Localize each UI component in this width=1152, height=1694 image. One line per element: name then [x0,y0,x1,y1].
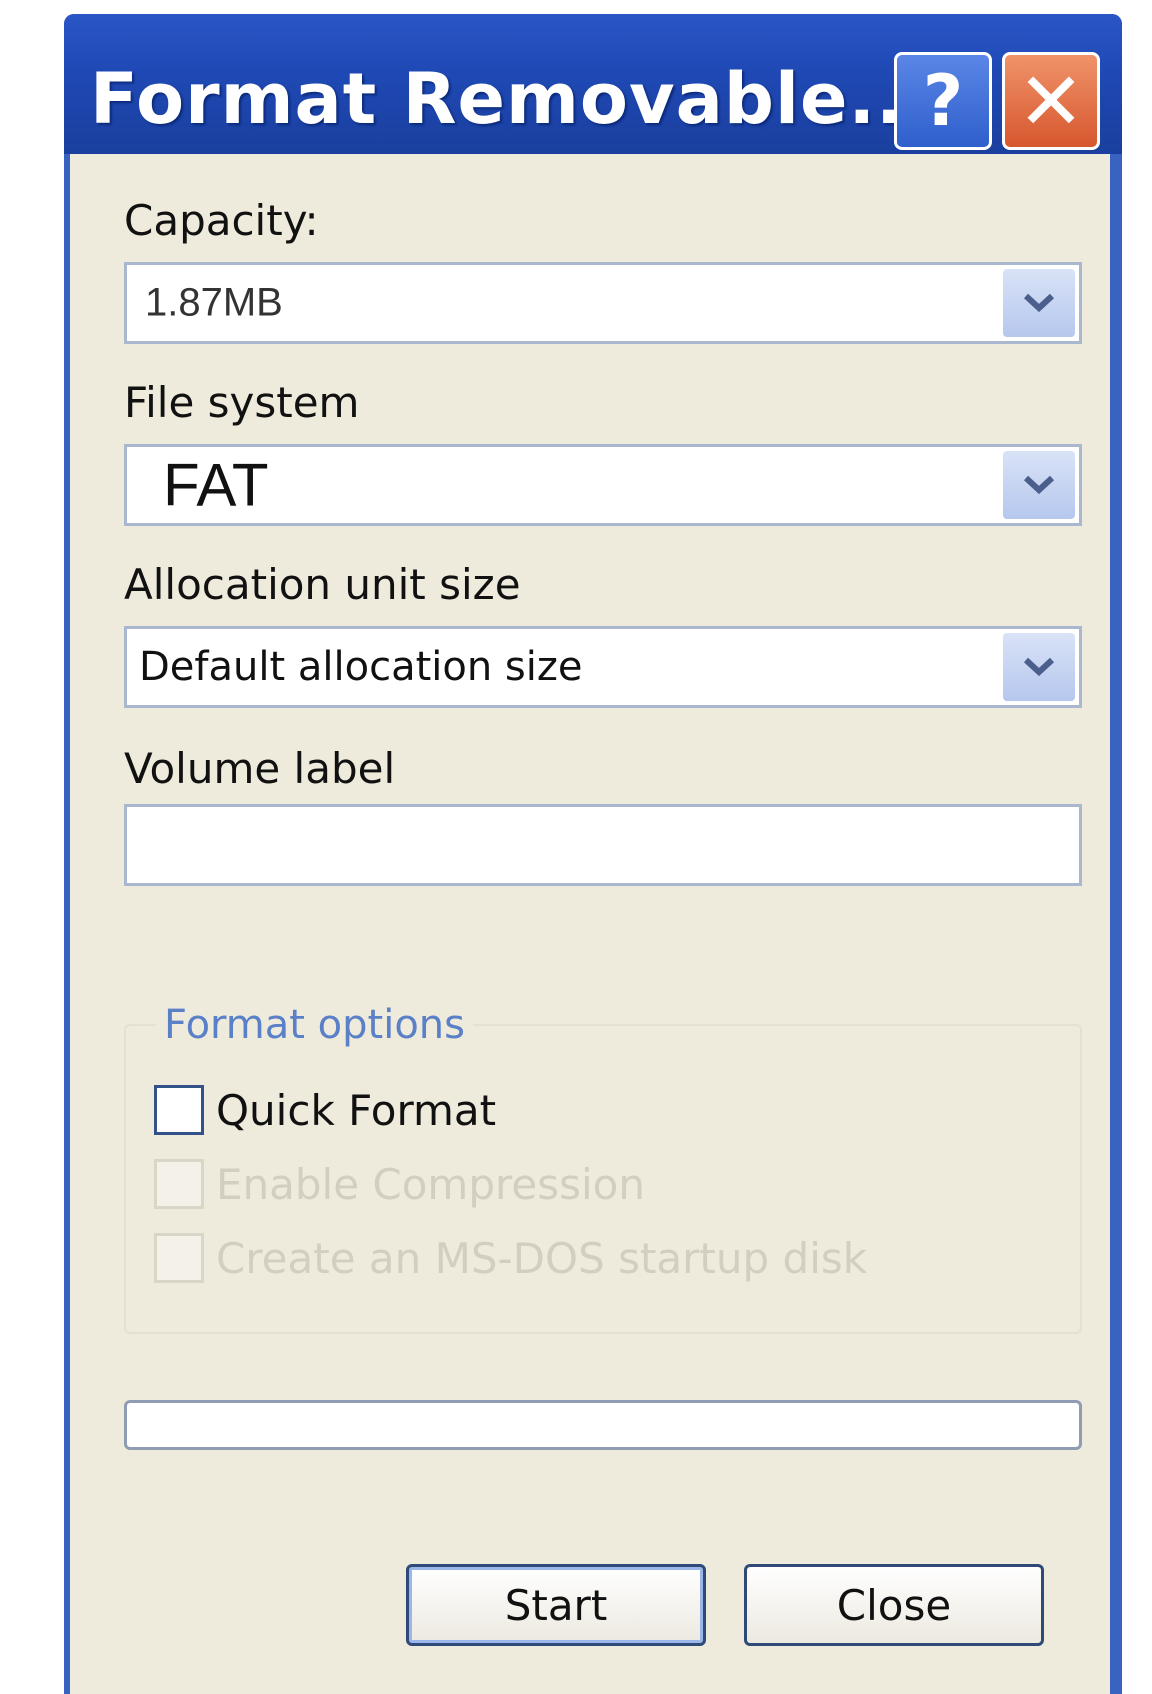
help-button[interactable]: ? [894,52,992,150]
close-icon: ✕ [1017,54,1085,148]
allocation-size-dropdown-arrow[interactable] [1003,633,1075,701]
title-bar[interactable]: Format Removable... ? ✕ [64,14,1122,154]
quick-format-checkbox[interactable] [154,1085,204,1135]
capacity-dropdown-arrow[interactable] [1003,269,1075,337]
chevron-down-icon [1023,293,1055,313]
chevron-down-icon [1023,475,1055,495]
quick-format-option[interactable]: Quick Format [154,1082,496,1138]
file-system-value: FAT [163,451,269,519]
allocation-size-label: Allocation unit size [124,560,521,609]
volume-label-input[interactable] [124,804,1082,886]
msdos-startup-disk-label: Create an MS-DOS startup disk [216,1233,868,1283]
start-button[interactable]: Start [406,1564,706,1646]
close-window-button[interactable]: ✕ [1002,52,1100,150]
quick-format-label[interactable]: Quick Format [216,1086,496,1135]
format-options-title: Format options [156,1002,473,1048]
capacity-dropdown[interactable]: 1.87MB [124,262,1082,344]
dialog-client-area: Capacity: 1.87MB File system FAT Allocat… [70,154,1110,1694]
file-system-dropdown[interactable]: FAT [124,444,1082,526]
enable-compression-option: Enable Compression [154,1156,645,1212]
format-progress-bar [124,1400,1082,1450]
capacity-label: Capacity: [124,196,319,245]
msdos-startup-disk-option: Create an MS-DOS startup disk [154,1230,867,1286]
capacity-value: 1.87MB [145,280,283,325]
help-icon: ? [922,60,964,142]
window-title: Format Removable... [90,58,932,140]
format-dialog-window: Format Removable... ? ✕ Capacity: 1.87MB… [64,14,1122,1694]
msdos-startup-disk-checkbox [154,1233,204,1283]
allocation-size-dropdown[interactable]: Default allocation size [124,626,1082,708]
enable-compression-label: Enable Compression [216,1159,645,1209]
file-system-dropdown-arrow[interactable] [1003,451,1075,519]
allocation-size-value: Default allocation size [139,644,583,690]
enable-compression-checkbox [154,1159,204,1209]
close-button[interactable]: Close [744,1564,1044,1646]
file-system-label: File system [124,378,360,427]
volume-label-label: Volume label [124,744,396,793]
chevron-down-icon [1023,657,1055,677]
